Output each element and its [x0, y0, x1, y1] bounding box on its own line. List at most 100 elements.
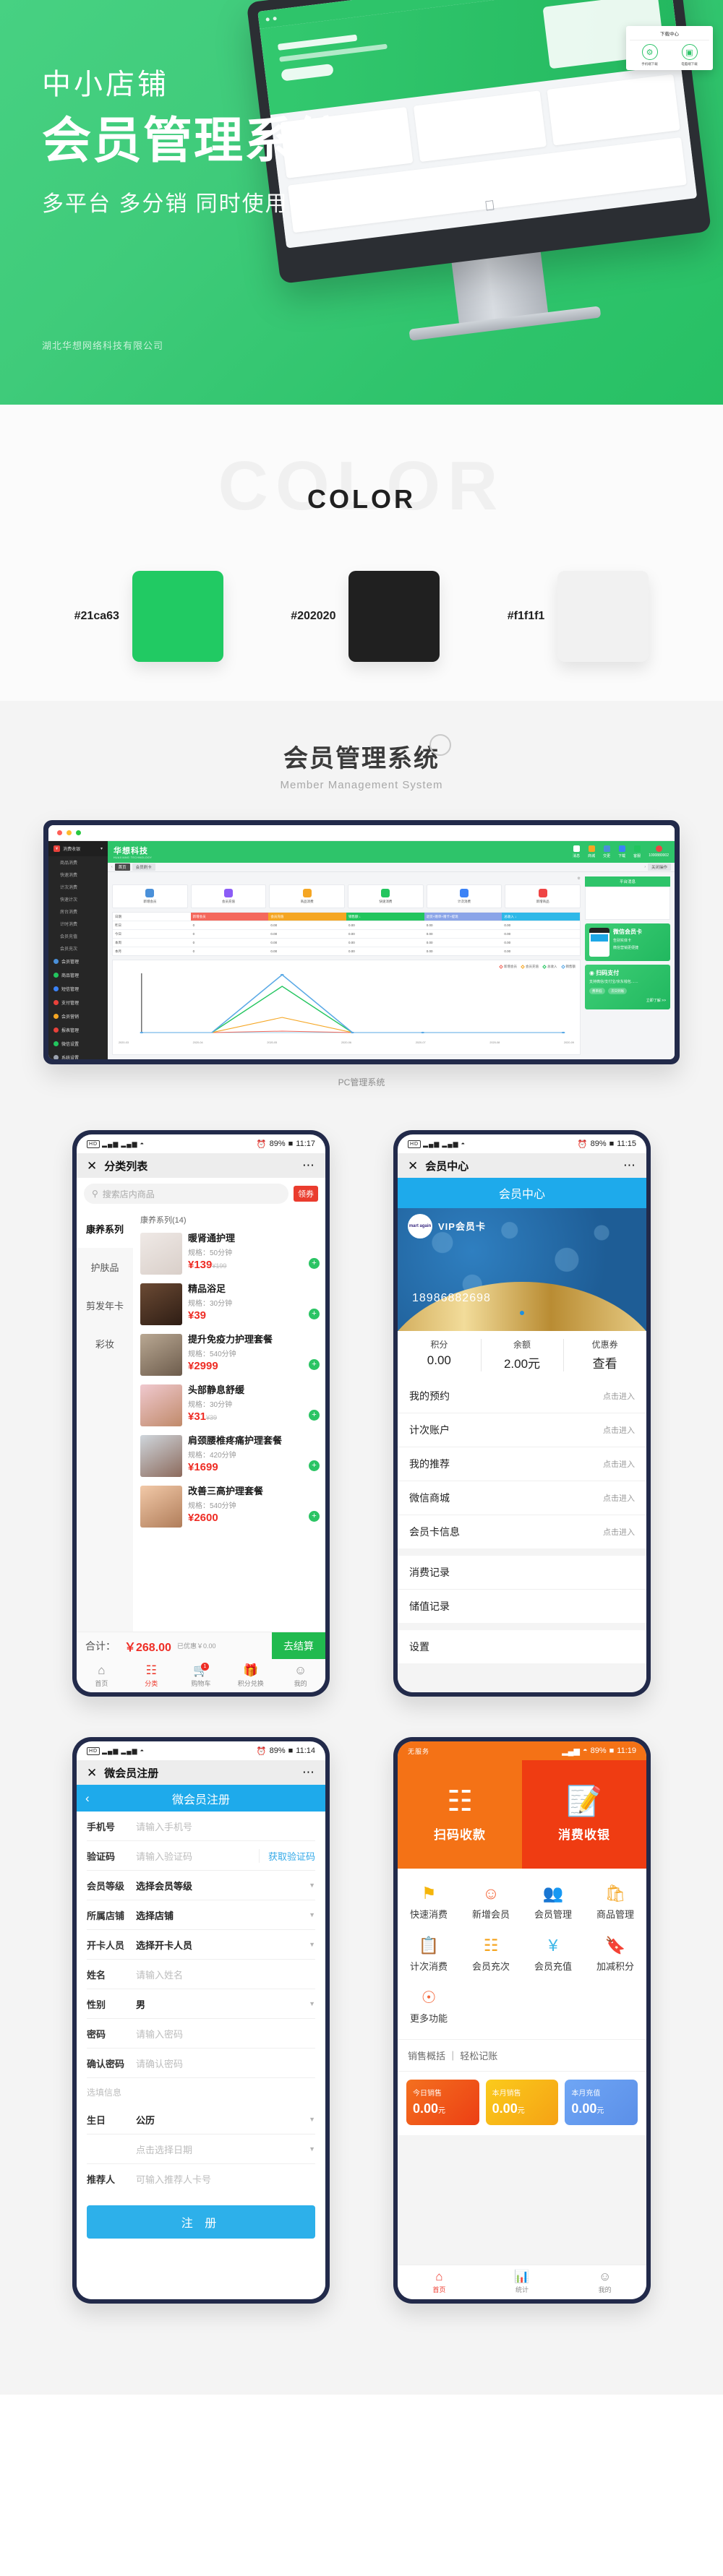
coupon-button[interactable]: 领券	[294, 1186, 318, 1202]
feature-more[interactable]: ☉ 更多功能	[398, 1983, 460, 2035]
close-icon[interactable]: ✕	[87, 1767, 97, 1779]
carousel-dot-icon[interactable]	[520, 1311, 524, 1315]
get-code-button[interactable]: 获取验证码	[258, 1848, 315, 1863]
tile-quick-consume[interactable]: 快速消费	[348, 884, 424, 908]
feature-member-mgmt[interactable]: 👥 会员管理	[522, 1879, 584, 1931]
checkout-button[interactable]: 去结算	[272, 1632, 325, 1659]
category-item-makeup[interactable]: 彩妆	[77, 1324, 133, 1363]
toolbar-download[interactable]: 下载	[618, 845, 625, 858]
field-input[interactable]: 请确认密码	[136, 2056, 315, 2070]
field-input[interactable]: 请输入密码	[136, 2027, 315, 2041]
promo-wechat-card[interactable]: 微信会员卡 告别实体卡 微信营销更便捷	[585, 923, 670, 961]
field-birthday-date[interactable]: 点击选择日期 ▼	[87, 2135, 315, 2164]
menu-item-my-booking[interactable]: 我的预约 点击进入	[398, 1379, 646, 1413]
sidebar-item-time-consume[interactable]: 计时消费	[48, 918, 108, 930]
tile-new-member[interactable]: 新增会员	[112, 884, 188, 908]
tab-points[interactable]: 🎁 积分兑换	[226, 1659, 275, 1692]
category-item-haircard[interactable]: 剪发年卡	[77, 1286, 133, 1324]
category-item-skincare[interactable]: 护肤品	[77, 1248, 133, 1286]
tab-statistics[interactable]: 📊 统计	[481, 2265, 564, 2299]
promo-more-link[interactable]: 立即了解 >>	[589, 998, 666, 1003]
field-password[interactable]: 密码 请输入密码	[87, 2019, 315, 2049]
close-icon[interactable]: ✕	[87, 1160, 97, 1172]
more-icon[interactable]: ⋯	[623, 1159, 636, 1171]
menu-item-my-referral[interactable]: 我的推荐 点击进入	[398, 1447, 646, 1481]
product-item[interactable]: 暖肾通护理 规格：50分钟 ¥139¥199 +	[140, 1228, 320, 1279]
sidebar-item-sms-mgmt[interactable]: 短信管理	[48, 982, 108, 996]
product-item[interactable]: 改善三高护理套餐 规格：540分钟 ¥2600 +	[140, 1481, 320, 1532]
feature-count-consume[interactable]: 📋 计次消费	[398, 1931, 460, 1983]
product-item[interactable]: 肩颈腰椎疼痛护理套餐 规格：420分钟 ¥1699 +	[140, 1431, 320, 1481]
add-to-cart-icon[interactable]: +	[309, 1359, 320, 1370]
feature-points-adjust[interactable]: 🔖 加减积分	[584, 1931, 646, 1983]
menu-item-card-info[interactable]: 会员卡信息 点击进入	[398, 1515, 646, 1548]
field-input[interactable]: 可输入推荐人卡号	[136, 2172, 315, 2186]
tab-cart[interactable]: 1 🛒 购物车	[176, 1659, 226, 1692]
menu-item-count-account[interactable]: 计次账户 点击进入	[398, 1413, 646, 1447]
search-input[interactable]: ⚲ 搜索店内商品	[84, 1184, 288, 1204]
tab-scroll-right-icon[interactable]: ›	[644, 865, 646, 869]
product-item[interactable]: 提升免疫力护理套餐 规格：540分钟 ¥2999 +	[140, 1330, 320, 1380]
tile-count-consume[interactable]: 计次消费	[426, 884, 502, 908]
sidebar-item-report-mgmt[interactable]: 报表管理	[48, 1023, 108, 1037]
product-item[interactable]: 精品浴足 规格：30分钟 ¥39 +	[140, 1279, 320, 1330]
maximize-window-icon[interactable]	[76, 830, 81, 835]
field-select[interactable]: 男	[136, 1997, 304, 2011]
field-birthday-type[interactable]: 生日 公历 ▼	[87, 2105, 315, 2135]
card-today-sales[interactable]: 今日销售 0.00元	[406, 2080, 479, 2125]
register-button[interactable]: 注 册	[87, 2205, 315, 2239]
tile-member-recharge[interactable]: 会员充值	[190, 884, 267, 908]
field-phone[interactable]: 手机号 请输入手机号	[87, 1812, 315, 1841]
tab-scroll-left-icon[interactable]: ‹	[111, 865, 113, 869]
close-window-icon[interactable]	[57, 830, 62, 835]
toolbar-account[interactable]: 1000880002	[649, 845, 669, 858]
menu-item-consume-record[interactable]: 消费记录	[398, 1556, 646, 1590]
sidebar-item-system-settings[interactable]: 系统设置	[48, 1051, 108, 1059]
sidebar-item-quick-consume[interactable]: 快速消费	[48, 869, 108, 881]
field-member-level[interactable]: 会员等级 选择会员等级 ▼	[87, 1871, 315, 1900]
legend-item-sales[interactable]: 销售额	[560, 965, 576, 969]
close-icon[interactable]: ✕	[408, 1160, 418, 1172]
tab-home[interactable]: 首页	[114, 863, 130, 871]
add-to-cart-icon[interactable]: +	[309, 1258, 320, 1269]
tab-profile[interactable]: ☺ 我的	[275, 1659, 325, 1692]
menu-item-wechat-mall[interactable]: 微信商城 点击进入	[398, 1481, 646, 1515]
tile-goods-consume[interactable]: 商品消费	[269, 884, 346, 908]
stat-coupon[interactable]: 优惠券 查看	[563, 1331, 646, 1379]
sidebar-item-goods-consume[interactable]: 商品消费	[48, 856, 108, 869]
more-icon[interactable]: ⋯	[302, 1766, 315, 1778]
legend-item-recharge[interactable]: 会员充值	[521, 965, 539, 969]
add-to-cart-icon[interactable]: +	[309, 1309, 320, 1319]
toolbar-shop[interactable]: 商城	[588, 845, 595, 858]
tab-home[interactable]: ⌂ 首页	[77, 1659, 127, 1692]
product-item[interactable]: 头部静息舒缓 规格：30分钟 ¥31¥39 +	[140, 1380, 320, 1431]
feature-member-recharge[interactable]: ¥ 会员充值	[522, 1931, 584, 1983]
menu-item-settings[interactable]: 设置	[398, 1630, 646, 1663]
add-to-cart-icon[interactable]: +	[309, 1460, 320, 1471]
field-card-staff[interactable]: 开卡人员 选择开卡人员 ▼	[87, 1930, 315, 1960]
add-to-cart-icon[interactable]: +	[309, 1511, 320, 1522]
field-input[interactable]: 请输入验证码	[136, 1849, 259, 1863]
sidebar-item-member-mgmt[interactable]: 会员管理	[48, 955, 108, 968]
field-confirm-password[interactable]: 确认密码 请确认密码	[87, 2049, 315, 2078]
sidebar-item-goods-mgmt[interactable]: 商品管理	[48, 968, 108, 982]
toolbar-switch[interactable]: 交更	[603, 845, 610, 858]
tab-home[interactable]: ⌂ 首页	[398, 2265, 481, 2299]
toolbar-message[interactable]: 消息	[573, 845, 580, 858]
field-name[interactable]: 姓名 请输入姓名	[87, 1960, 315, 1989]
field-input[interactable]: 请输入手机号	[136, 1819, 315, 1833]
tile-new-goods[interactable]: 新增商品	[505, 884, 581, 908]
sidebar-item-room-consume[interactable]: 房台消费	[48, 905, 108, 918]
sidebar-item-member-recharge[interactable]: 会员充值	[48, 930, 108, 942]
card-month-recharge[interactable]: 本月充值 0.00元	[565, 2080, 638, 2125]
field-input[interactable]: 请输入姓名	[136, 1968, 315, 1981]
legend-item-income[interactable]: 总收入	[542, 965, 557, 969]
tab-profile[interactable]: ☺ 我的	[563, 2265, 646, 2299]
consume-cashier-button[interactable]: 📝 消费收银	[522, 1760, 646, 1869]
card-month-sales[interactable]: 本月销售 0.00元	[485, 2080, 559, 2125]
field-referrer[interactable]: 推荐人 可输入推荐人卡号	[87, 2164, 315, 2194]
field-store[interactable]: 所属店铺 选择店铺 ▼	[87, 1900, 315, 1930]
more-icon[interactable]: ⋯	[302, 1159, 315, 1171]
vip-card[interactable]: mart again VIP会员卡 18986882698	[398, 1208, 646, 1331]
legend-item-new-member[interactable]: 新增会员	[499, 965, 517, 969]
